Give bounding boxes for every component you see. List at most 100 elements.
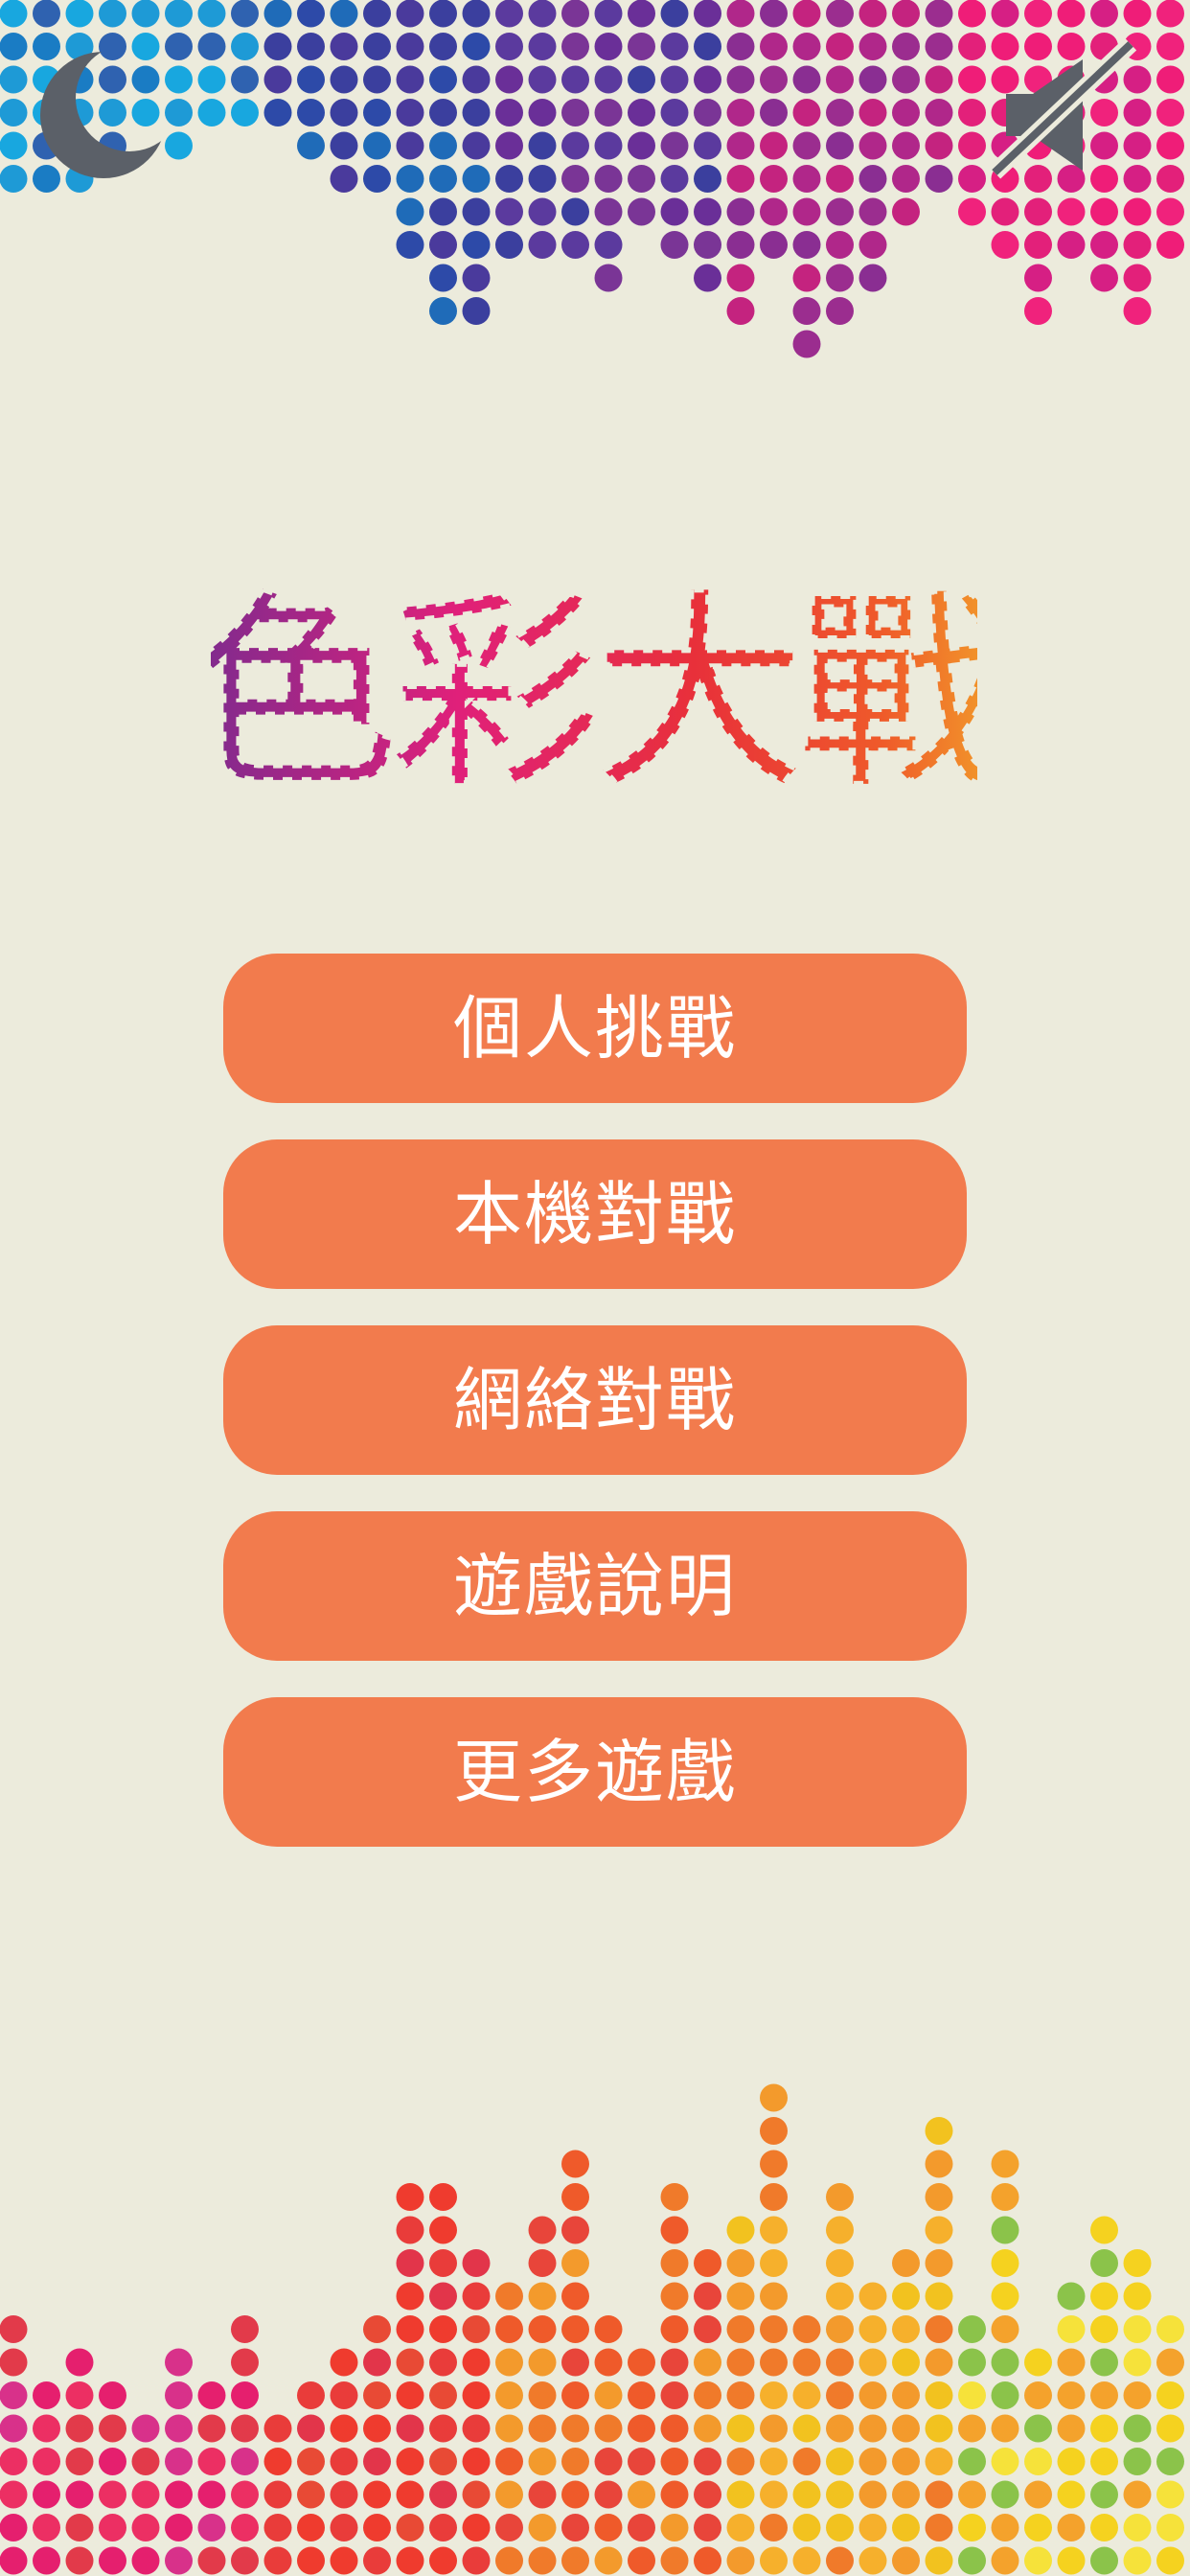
bottom-decor-dot: [197, 2480, 226, 2509]
sound-toggle-button[interactable]: [977, 37, 1140, 192]
bottom-decor-dot: [1156, 2448, 1184, 2475]
top-decor-dot: [231, 0, 259, 28]
bottom-decor-dot: [528, 2381, 557, 2409]
top-decor-dot: [858, 231, 887, 259]
bottom-decor-dot: [726, 2348, 755, 2377]
top-decor-dot: [792, 165, 821, 193]
night-mode-button[interactable]: [29, 38, 182, 192]
top-decor-dot: [628, 99, 655, 126]
bottom-decor-dot: [99, 2381, 126, 2409]
bottom-decor-dot: [694, 2315, 721, 2343]
bottom-decor-dot: [858, 2282, 887, 2311]
bottom-decor-dot: [495, 2282, 523, 2311]
top-decor-dot: [561, 65, 589, 94]
bottom-decor-dot: [528, 2315, 557, 2343]
bottom-decor-dot: [594, 2546, 623, 2575]
top-decor-dot: [792, 197, 821, 226]
top-decor-dot: [594, 165, 623, 193]
top-decor-dot: [858, 197, 887, 226]
top-decor-dot: [495, 99, 523, 126]
top-decor-dot: [1156, 197, 1184, 226]
top-decor-dot: [792, 65, 821, 94]
bottom-decor-dot: [429, 2514, 457, 2542]
bottom-decor-dot: [561, 2282, 589, 2311]
bottom-decor-dot: [760, 2249, 788, 2277]
bottom-decor-dot: [561, 2249, 589, 2277]
bottom-decor-dot: [760, 2514, 788, 2542]
bottom-decor-dot: [1024, 2546, 1052, 2575]
how-to-play-button[interactable]: 遊戲說明: [223, 1511, 967, 1661]
bottom-decor-dot: [826, 2381, 854, 2409]
top-decor-dot: [429, 99, 457, 126]
bottom-decor-dot: [495, 2381, 523, 2409]
bottom-decor-dot: [197, 2448, 226, 2475]
bottom-decor-dot: [660, 2315, 689, 2343]
bottom-decor-dot: [1057, 2348, 1086, 2377]
bottom-decor-dot: [760, 2315, 788, 2343]
bottom-decor-dot: [925, 2183, 953, 2211]
bottom-decor-dot: [760, 2216, 788, 2244]
top-decor-dot: [792, 33, 821, 60]
bottom-decor-dot: [0, 2546, 28, 2575]
single-player-challenge-button[interactable]: 個人挑戰: [223, 954, 967, 1103]
bottom-decor-dot: [925, 2414, 953, 2443]
bottom-decor-dot: [694, 2282, 721, 2311]
bottom-decor-dot: [231, 2480, 259, 2509]
top-decor-dot: [429, 33, 457, 60]
top-decor-dot: [628, 33, 655, 60]
top-decor-dot: [429, 264, 457, 292]
top-decor-dot: [1123, 197, 1152, 226]
more-games-button[interactable]: 更多遊戲: [223, 1697, 967, 1847]
bottom-decor-dot: [892, 2348, 920, 2377]
top-decor-dot: [1090, 264, 1118, 292]
top-decor-dot: [495, 231, 523, 259]
bottom-decor-dot: [594, 2315, 623, 2343]
bottom-decor-dot: [396, 2282, 424, 2311]
bottom-decor-dot: [396, 2216, 424, 2244]
bottom-decor-dot: [594, 2480, 623, 2509]
bottom-decor-dot: [991, 2315, 1019, 2343]
top-decor-dot: [792, 330, 821, 358]
bottom-decor-dot: [958, 2546, 986, 2575]
top-decor-dot: [628, 0, 655, 28]
top-decor-dot: [33, 0, 60, 28]
top-decor-dot: [628, 197, 655, 226]
bottom-decor-dot: [131, 2414, 160, 2443]
bottom-decor-dot: [462, 2414, 491, 2443]
bottom-decor-dot: [33, 2514, 60, 2542]
bottom-decor-dot: [726, 2315, 755, 2343]
top-decor-dot: [561, 33, 589, 60]
top-decor-dot: [660, 231, 689, 259]
bottom-decor-dot: [462, 2448, 491, 2475]
bottom-decor-dot: [33, 2448, 60, 2475]
bottom-decor-dot: [495, 2414, 523, 2443]
bottom-decor-dot: [297, 2480, 325, 2509]
bottom-decor-dot: [197, 2514, 226, 2542]
bottom-decor-dot: [65, 2448, 94, 2475]
bottom-decor-dot: [826, 2282, 854, 2311]
bottom-decor-dot: [495, 2514, 523, 2542]
bottom-decor-dot: [429, 2282, 457, 2311]
online-versus-button[interactable]: 網絡對戰: [223, 1325, 967, 1475]
top-decor-dot: [528, 165, 557, 193]
top-decor-dot: [1123, 297, 1152, 325]
bottom-decor-dot: [958, 2448, 986, 2475]
top-decor-dot: [363, 99, 391, 126]
local-versus-button[interactable]: 本機對戰: [223, 1139, 967, 1289]
bottom-decor-dot: [1090, 2546, 1118, 2575]
bottom-decor-dot: [726, 2249, 755, 2277]
bottom-decor-dot: [495, 2315, 523, 2343]
bottom-decor-dot: [958, 2315, 986, 2343]
bottom-decor-dot: [363, 2414, 391, 2443]
bottom-decor-dot: [396, 2480, 424, 2509]
bottom-decor-dot: [528, 2448, 557, 2475]
top-decor-dot: [594, 99, 623, 126]
bottom-decor-dot: [165, 2414, 193, 2443]
top-decor-dot: [726, 0, 755, 28]
top-decor-dot: [726, 99, 755, 126]
top-decor-dot: [263, 65, 292, 94]
top-decor-dot: [660, 131, 689, 160]
bottom-decor-dot: [1156, 2480, 1184, 2509]
top-decor-dot: [760, 131, 788, 160]
bottom-decor-dot: [1123, 2249, 1152, 2277]
